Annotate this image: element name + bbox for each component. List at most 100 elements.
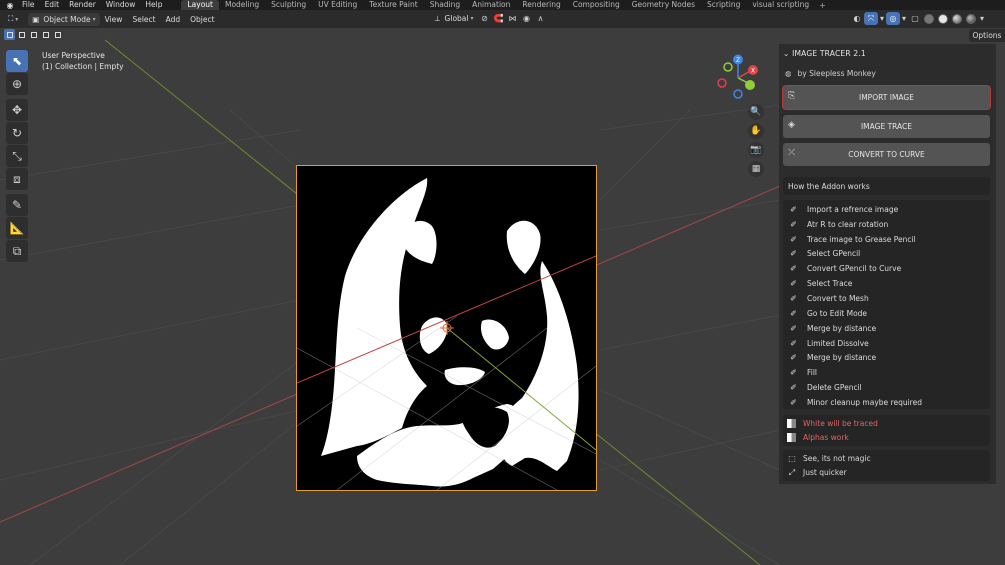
- gizmo-y-negative[interactable]: [723, 62, 733, 72]
- grease-pencil-icon: ✐: [790, 368, 797, 378]
- grease-pencil-icon: ✐: [790, 249, 797, 259]
- image-trace-button[interactable]: ◈ IMAGE TRACE: [783, 115, 990, 138]
- menu-file[interactable]: File: [17, 0, 40, 10]
- options-button[interactable]: Options: [969, 29, 1005, 42]
- chevron-down-icon: ▾: [92, 15, 96, 23]
- chevron-down-icon[interactable]: ▾: [900, 12, 908, 25]
- top-menu-bar: ◉ File Edit Render Window Help Layout Mo…: [0, 0, 1005, 10]
- editor-type-icon: ⛶: [8, 14, 14, 23]
- pivot-point-icon[interactable]: ⊘: [478, 12, 492, 25]
- rotate-tool-icon[interactable]: ↻: [6, 122, 28, 144]
- snap-icon[interactable]: 🧲: [492, 12, 506, 25]
- grease-pencil-icon: ✐: [790, 204, 797, 214]
- tab-compositing[interactable]: Compositing: [567, 0, 626, 10]
- proportional-edit-icon[interactable]: ◉: [520, 12, 534, 25]
- list-item: ⬚ See, its not magic: [788, 453, 871, 463]
- move-tool-icon[interactable]: ✥: [6, 99, 28, 121]
- tab-rendering[interactable]: Rendering: [516, 0, 566, 10]
- add-cube-tool-icon[interactable]: ⧉: [6, 240, 28, 262]
- transform-tool-icon[interactable]: ⧈: [6, 168, 28, 190]
- viewport-navigation: 🔍 ✋ 📷 ▦: [748, 104, 764, 177]
- tab-layout[interactable]: Layout: [181, 0, 219, 10]
- tab-shading[interactable]: Shading: [424, 0, 466, 10]
- menu-edit[interactable]: Edit: [40, 0, 65, 10]
- rendered-shading-icon[interactable]: [966, 13, 976, 24]
- list-item: ✐ Merge by distance: [790, 323, 877, 333]
- grease-pencil-icon: ✐: [790, 353, 797, 363]
- tab-modeling[interactable]: Modeling: [219, 0, 265, 10]
- wireframe-shading-icon[interactable]: [924, 13, 934, 24]
- menu-object[interactable]: Object: [185, 15, 219, 24]
- tab-animation[interactable]: Animation: [466, 0, 516, 10]
- author-label: by Sleepless Monkey: [797, 69, 876, 78]
- grease-pencil-icon: ✐: [790, 338, 797, 348]
- menu-add[interactable]: Add: [161, 15, 186, 24]
- convert-to-curve-button[interactable]: ⤫ CONVERT TO CURVE: [783, 143, 990, 166]
- blender-logo-icon[interactable]: ◉: [3, 0, 17, 10]
- overlay-toggle-icon[interactable]: ◎: [886, 12, 900, 25]
- navigation-gizmo[interactable]: X Z: [715, 54, 761, 100]
- chevron-down-icon[interactable]: ▾: [978, 12, 986, 25]
- select-box-tool-icon[interactable]: ⬉: [6, 50, 28, 72]
- annotate-tool-icon[interactable]: ✎: [6, 194, 28, 216]
- add-workspace-button[interactable]: +: [815, 1, 830, 10]
- author-row: ◍ by Sleepless Monkey: [785, 69, 876, 78]
- blender-window: ◉ File Edit Render Window Help Layout Mo…: [0, 0, 1005, 565]
- panel-header[interactable]: ⌄ IMAGE TRACER 2.1: [783, 49, 866, 58]
- cursor-tool-icon[interactable]: ⊕: [6, 73, 28, 95]
- material-shading-icon[interactable]: [952, 13, 962, 24]
- list-item: ✐ Trace image to Grease Pencil: [790, 234, 916, 244]
- solid-shading-icon[interactable]: [938, 13, 948, 24]
- menu-select[interactable]: Select: [127, 15, 160, 24]
- reference-image-plane[interactable]: [296, 165, 597, 491]
- grease-pencil-icon: ✐: [790, 219, 797, 229]
- list-item: White will be traced: [783, 416, 990, 431]
- gizmo-z-label: Z: [736, 57, 740, 64]
- orientation-label: Global: [444, 14, 469, 23]
- tab-geometry-nodes[interactable]: Geometry Nodes: [626, 0, 701, 10]
- zoom-icon[interactable]: 🔍: [748, 104, 764, 120]
- grease-pencil-icon: ✐: [790, 264, 797, 274]
- pan-hand-icon[interactable]: ✋: [748, 123, 764, 139]
- tab-scripting[interactable]: Scripting: [701, 0, 746, 10]
- import-image-label: IMPORT IMAGE: [859, 93, 914, 102]
- info-notes: ⬚ See, its not magic ⤢ Just quicker: [783, 450, 990, 481]
- list-item: ✐ Merge by distance: [790, 353, 877, 363]
- object-mode-icon: ▣: [32, 14, 40, 24]
- gizmo-toggle-icon[interactable]: ⤧: [864, 12, 878, 25]
- visibility-icon[interactable]: ◐: [850, 12, 864, 25]
- grease-pencil-icon: ✐: [790, 293, 797, 303]
- tab-uv-editing[interactable]: UV Editing: [312, 0, 363, 10]
- perspective-grid-icon[interactable]: ▦: [748, 161, 764, 177]
- chevron-down-icon: ▾: [15, 15, 19, 23]
- tab-sculpting[interactable]: Sculpting: [265, 0, 312, 10]
- gizmo-x-negative[interactable]: [717, 78, 727, 88]
- gizmo-x-label: X: [751, 68, 755, 75]
- scale-tool-icon[interactable]: ⤡: [6, 145, 28, 167]
- camera-view-icon[interactable]: 📷: [748, 142, 764, 158]
- xray-toggle-icon[interactable]: ▢: [908, 12, 922, 25]
- gizmo-y-positive[interactable]: [745, 80, 755, 90]
- import-image-button[interactable]: ⎘ IMPORT IMAGE: [782, 85, 991, 110]
- mode-selector[interactable]: ▣ Object Mode ▾: [28, 12, 100, 26]
- editor-type-button[interactable]: ⛶ ▾: [4, 13, 22, 26]
- menu-help[interactable]: Help: [140, 0, 167, 10]
- transform-orientation-selector[interactable]: ⊥ Global ▾: [430, 12, 478, 25]
- list-item: ✐ Delete GPencil: [790, 383, 862, 393]
- tab-visual-scripting[interactable]: visual scripting: [746, 0, 815, 10]
- import-image-icon: ⎘: [788, 91, 796, 101]
- monkey-icon: ◍: [785, 69, 792, 78]
- trace-notes: White will be traced Alphas work: [783, 415, 990, 446]
- snap-target-icon[interactable]: ⋈: [506, 12, 520, 25]
- tab-texture-paint[interactable]: Texture Paint: [363, 0, 423, 10]
- menu-window[interactable]: Window: [101, 0, 141, 10]
- list-item: ✐ Select Trace: [790, 279, 853, 289]
- menu-view[interactable]: View: [100, 15, 128, 24]
- falloff-icon[interactable]: ∧: [534, 12, 548, 25]
- viewport-info: User Perspective (1) Collection | Empty: [42, 50, 124, 72]
- menu-render[interactable]: Render: [64, 0, 101, 10]
- list-item: ✐ Select GPencil: [790, 249, 861, 259]
- gizmo-z-negative[interactable]: [733, 89, 743, 99]
- chevron-down-icon[interactable]: ▾: [878, 12, 886, 25]
- measure-tool-icon[interactable]: 📐: [6, 217, 28, 239]
